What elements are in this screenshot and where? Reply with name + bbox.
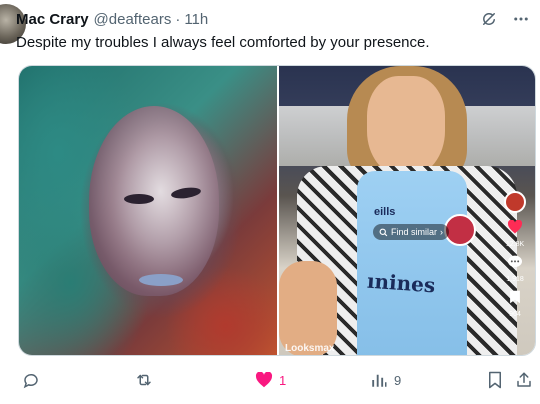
rail-comments-count: 1,918 — [506, 276, 524, 283]
tweet-time[interactable]: 11h — [184, 11, 208, 28]
find-similar-label: Find similar — [391, 227, 438, 237]
creator-avatar[interactable] — [504, 191, 526, 213]
painting-image[interactable] — [19, 66, 277, 355]
reply-button[interactable] — [22, 371, 46, 389]
chevron-right-icon: › — [440, 227, 444, 237]
tweet-header: Mac Crary @deaftears · 11h — [16, 8, 530, 30]
search-icon — [379, 228, 388, 236]
rail-heart-icon[interactable] — [506, 219, 524, 235]
bookmark-icon — [489, 371, 501, 389]
rail-saves-count: 964 — [509, 311, 521, 318]
separator-dot: · — [175, 10, 181, 28]
jersey-word: ınines — [366, 268, 437, 298]
share-button[interactable] — [515, 371, 533, 389]
author-handle[interactable]: @deaftears — [94, 11, 172, 28]
heart-icon — [255, 372, 273, 388]
jersey — [357, 171, 467, 355]
painted-lips — [139, 274, 183, 286]
views-button[interactable]: 9 — [370, 371, 401, 389]
retweet-icon — [137, 374, 151, 386]
views-count: 9 — [394, 372, 402, 388]
bookmark-button[interactable] — [487, 371, 503, 389]
more-icon[interactable] — [512, 10, 530, 28]
tweet-media[interactable]: eills ınines Find similar › 12.8K 1,918 … — [18, 65, 536, 356]
reply-icon — [23, 374, 38, 389]
like-count: 1 — [279, 372, 287, 388]
grok-icon[interactable] — [480, 10, 498, 28]
find-similar-chip[interactable]: Find similar › — [373, 224, 450, 240]
share-icon — [517, 372, 531, 387]
rail-bookmark-icon[interactable] — [506, 289, 524, 305]
video-screenshot-image[interactable]: eills ınines Find similar › 12.8K 1,918 … — [277, 66, 535, 355]
watermark-text: Looksmax — [285, 343, 335, 354]
rail-comment-icon[interactable] — [506, 254, 524, 270]
person-arm — [279, 261, 337, 355]
video-side-rail: 12.8K 1,918 964 — [501, 191, 529, 318]
tweet-actions: 1 9 — [18, 368, 532, 392]
like-button[interactable]: 1 — [255, 372, 286, 388]
tweet-text: Despite my troubles I always feel comfor… — [16, 34, 430, 51]
painted-eye-left — [124, 194, 154, 204]
person-face — [367, 76, 445, 176]
header-actions — [480, 8, 530, 30]
jersey-top-text: eills — [374, 206, 396, 218]
rail-likes-count: 12.8K — [505, 241, 525, 248]
painted-face — [89, 106, 219, 296]
author-name[interactable]: Mac Crary — [16, 11, 89, 28]
retweet-button[interactable] — [135, 371, 159, 389]
views-icon — [372, 374, 387, 387]
